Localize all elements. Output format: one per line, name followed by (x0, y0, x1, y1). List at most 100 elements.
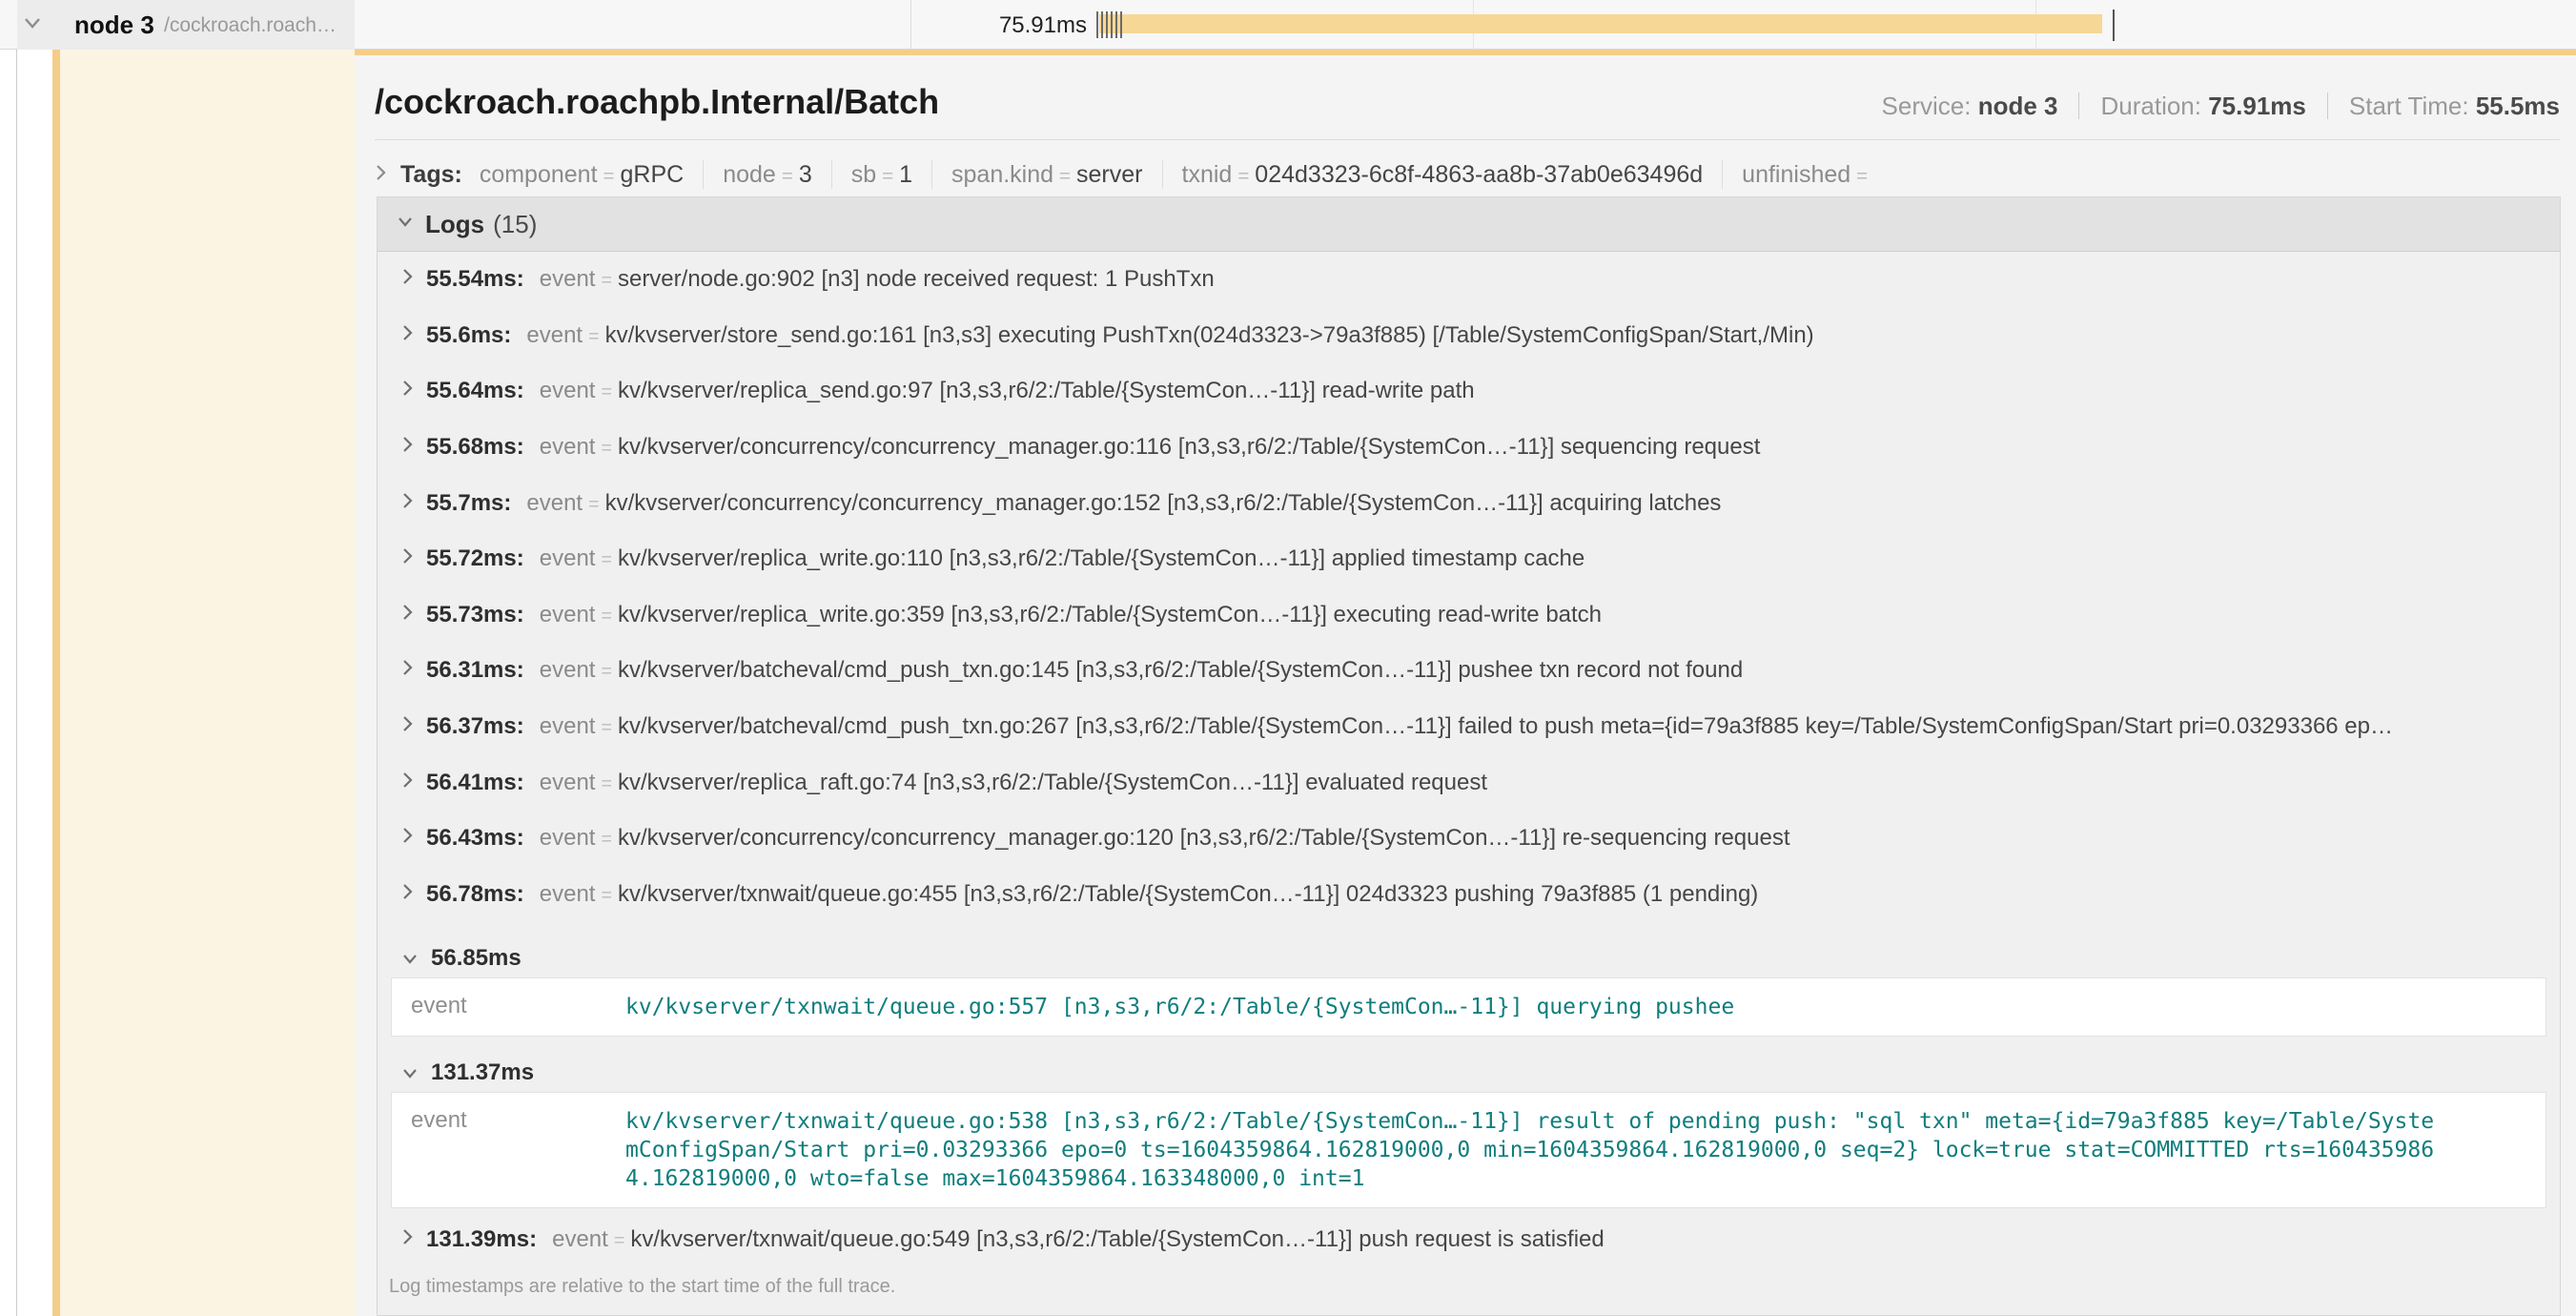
log-row[interactable]: 55.72ms:event=kv/kvserver/replica_write.… (378, 531, 2560, 587)
duration-label: Duration: (2100, 92, 2201, 121)
chevron-right-icon[interactable] (375, 161, 387, 189)
span-timeline-row[interactable]: node 3 /cockroach.roach… 75.91ms (0, 0, 2576, 50)
chevron-right-icon[interactable] (401, 881, 414, 908)
tag-value: server (1076, 161, 1142, 189)
log-row[interactable]: 55.68ms: event=kv/kvserver/concurrency/co… (378, 420, 2560, 476)
log-row[interactable]: 56.37ms:event=kv/kvserver/batcheval/cmd_… (378, 699, 2560, 755)
tag-divider (1162, 160, 1163, 189)
log-field-value: kv/kvserver/concurrency/concurrency_mana… (618, 434, 1760, 460)
duration-value: 75.91ms (2208, 92, 2306, 121)
tag-value: 3 (799, 161, 812, 189)
log-field-key: event (392, 993, 625, 1021)
log-row[interactable]: 55.64ms:event=kv/kvserver/replica_send.g… (378, 363, 2560, 420)
log-row[interactable]: 55.6ms: event=kv/kvserver/store_send.go:1… (378, 308, 2560, 364)
log-field-key: event (540, 825, 596, 851)
log-field-key: event (392, 1107, 625, 1193)
start-time-value: 55.5ms (2476, 92, 2560, 121)
chevron-right-icon[interactable] (401, 322, 414, 349)
tag-key: component (480, 161, 598, 189)
log-row[interactable]: 55.7ms:event=kv/kvserver/concurrency/con… (378, 475, 2560, 531)
log-preview: event=kv/kvserver/concurrency/concurrenc… (540, 434, 1761, 461)
span-duration-bar[interactable] (1099, 14, 2102, 33)
tag-value: 024d3323-6c8f-4863-aa8b-37ab0e63496d (1255, 161, 1703, 189)
log-timestamp: 56.85ms (431, 945, 521, 972)
log-field-value: kv/kvserver/concurrency/concurrency_mana… (618, 825, 1790, 851)
tags-section[interactable]: Tags: component=gRPCnode=3sb=1span.kind=… (375, 154, 1873, 195)
log-timestamp: 56.41ms: (426, 770, 524, 796)
equals-sign: = (1053, 165, 1076, 188)
equals-sign: = (595, 717, 618, 738)
chevron-down-icon[interactable] (401, 945, 419, 972)
logs-header[interactable]: Logs (15) (378, 197, 2560, 252)
span-detail-title: /cockroach.roachpb.Internal/Batch (375, 82, 939, 122)
log-field-value: kv/kvserver/concurrency/concurrency_mana… (605, 490, 1722, 516)
log-field-key: event (552, 1226, 608, 1252)
log-row[interactable]: 131.39ms:event=kv/kvserver/txnwait/queue… (378, 1212, 2560, 1268)
chevron-right-icon[interactable] (401, 378, 414, 404)
chevron-down-icon[interactable] (401, 1059, 419, 1086)
log-field-value: kv/kvserver/batcheval/cmd_push_txn.go:14… (618, 657, 1743, 683)
equals-sign: = (595, 829, 618, 850)
log-timestamp: 55.68ms: (426, 434, 524, 461)
log-timestamp: 55.54ms: (426, 266, 524, 293)
tag-key: sb (851, 161, 876, 189)
log-row[interactable]: 56.31ms:event=kv/kvserver/batcheval/cmd_… (378, 643, 2560, 699)
chevron-right-icon[interactable] (401, 602, 414, 628)
log-field-value: kv/kvserver/store_send.go:161 [n3,s3] ex… (605, 322, 1814, 348)
span-detail-panel: /cockroach.roachpb.Internal/Batch Servic… (355, 50, 2576, 1316)
tag-divider (703, 160, 704, 189)
chevron-right-icon[interactable] (401, 825, 414, 852)
log-row-expanded-header[interactable]: 131.37ms (378, 1054, 2560, 1092)
tag-value: 1 (899, 161, 912, 189)
log-field-key: event (540, 770, 596, 795)
logs-body: 55.54ms:event=server/node.go:902 [n3] no… (378, 252, 2560, 1268)
chevron-down-icon[interactable] (23, 16, 42, 34)
equals-sign: = (595, 885, 618, 906)
meta-divider (2327, 93, 2328, 119)
chevron-right-icon[interactable] (401, 713, 414, 740)
log-row[interactable]: 55.73ms:event=kv/kvserver/replica_write.… (378, 587, 2560, 644)
tag-chip: sb=1 (851, 161, 912, 189)
log-timestamp: 56.78ms: (426, 881, 524, 908)
log-timestamp: 56.43ms: (426, 825, 524, 852)
log-row[interactable]: 55.54ms: event=server/node.go:902 [n3] no… (378, 252, 2560, 308)
chevron-right-icon[interactable] (401, 657, 414, 684)
log-key-value-table: eventkv/kvserver/txnwait/queue.go:557 [n… (391, 977, 2546, 1037)
log-row-expanded-header[interactable]: 56.85ms (378, 939, 2560, 977)
chevron-right-icon[interactable] (401, 434, 414, 461)
log-preview: event=kv/kvserver/batcheval/cmd_push_txn… (540, 657, 1743, 684)
equals-sign: = (595, 381, 618, 402)
chevron-right-icon[interactable] (401, 490, 414, 517)
log-preview: event=server/node.go:902 [n3] node recei… (540, 266, 1215, 293)
equals-sign: = (1850, 165, 1873, 188)
log-timestamp: 55.6ms: (426, 322, 511, 349)
log-row[interactable]: 56.78ms:event=kv/kvserver/txnwait/queue.… (378, 867, 2560, 923)
equals-sign: = (1232, 165, 1255, 188)
chevron-right-icon[interactable] (401, 545, 414, 572)
log-field-value: server/node.go:902 [n3] node received re… (618, 266, 1215, 292)
log-marker-tick (1096, 11, 1098, 38)
tag-key: node (723, 161, 776, 189)
log-marker-tick (1101, 11, 1103, 38)
log-marker-tick (1111, 11, 1113, 38)
log-preview: event=kv/kvserver/store_send.go:161 [n3,… (526, 322, 1813, 349)
chevron-right-icon[interactable] (401, 1226, 414, 1253)
log-marker-tick (1106, 11, 1108, 38)
logs-count: (15) (493, 210, 537, 239)
logs-footer-note: Log timestamps are relative to the start… (378, 1276, 2560, 1298)
log-marker-tick (2113, 10, 2115, 41)
span-detail-header: /cockroach.roachpb.Internal/Batch Servic… (375, 82, 2560, 137)
logs-section: Logs (15) 55.54ms:event=server/node.go:9… (377, 196, 2561, 1316)
span-detail-meta: Service: node 3 Duration: 75.91ms Start … (1882, 88, 2560, 121)
log-row[interactable]: 56.43ms: event=kv/kvserver/concurrency/co… (378, 811, 2560, 867)
chevron-right-icon[interactable] (401, 266, 414, 293)
span-operation-name: /cockroach.roach… (164, 14, 337, 37)
equals-sign: = (598, 165, 621, 188)
chevron-right-icon[interactable] (401, 770, 414, 796)
log-field-key: event (540, 545, 596, 571)
log-field-key: event (540, 378, 596, 403)
chevron-down-icon[interactable] (397, 216, 414, 233)
log-row[interactable]: 56.41ms:event=kv/kvserver/replica_raft.g… (378, 754, 2560, 811)
span-color-stripe (52, 8, 60, 1316)
column-resizer[interactable] (910, 0, 911, 50)
